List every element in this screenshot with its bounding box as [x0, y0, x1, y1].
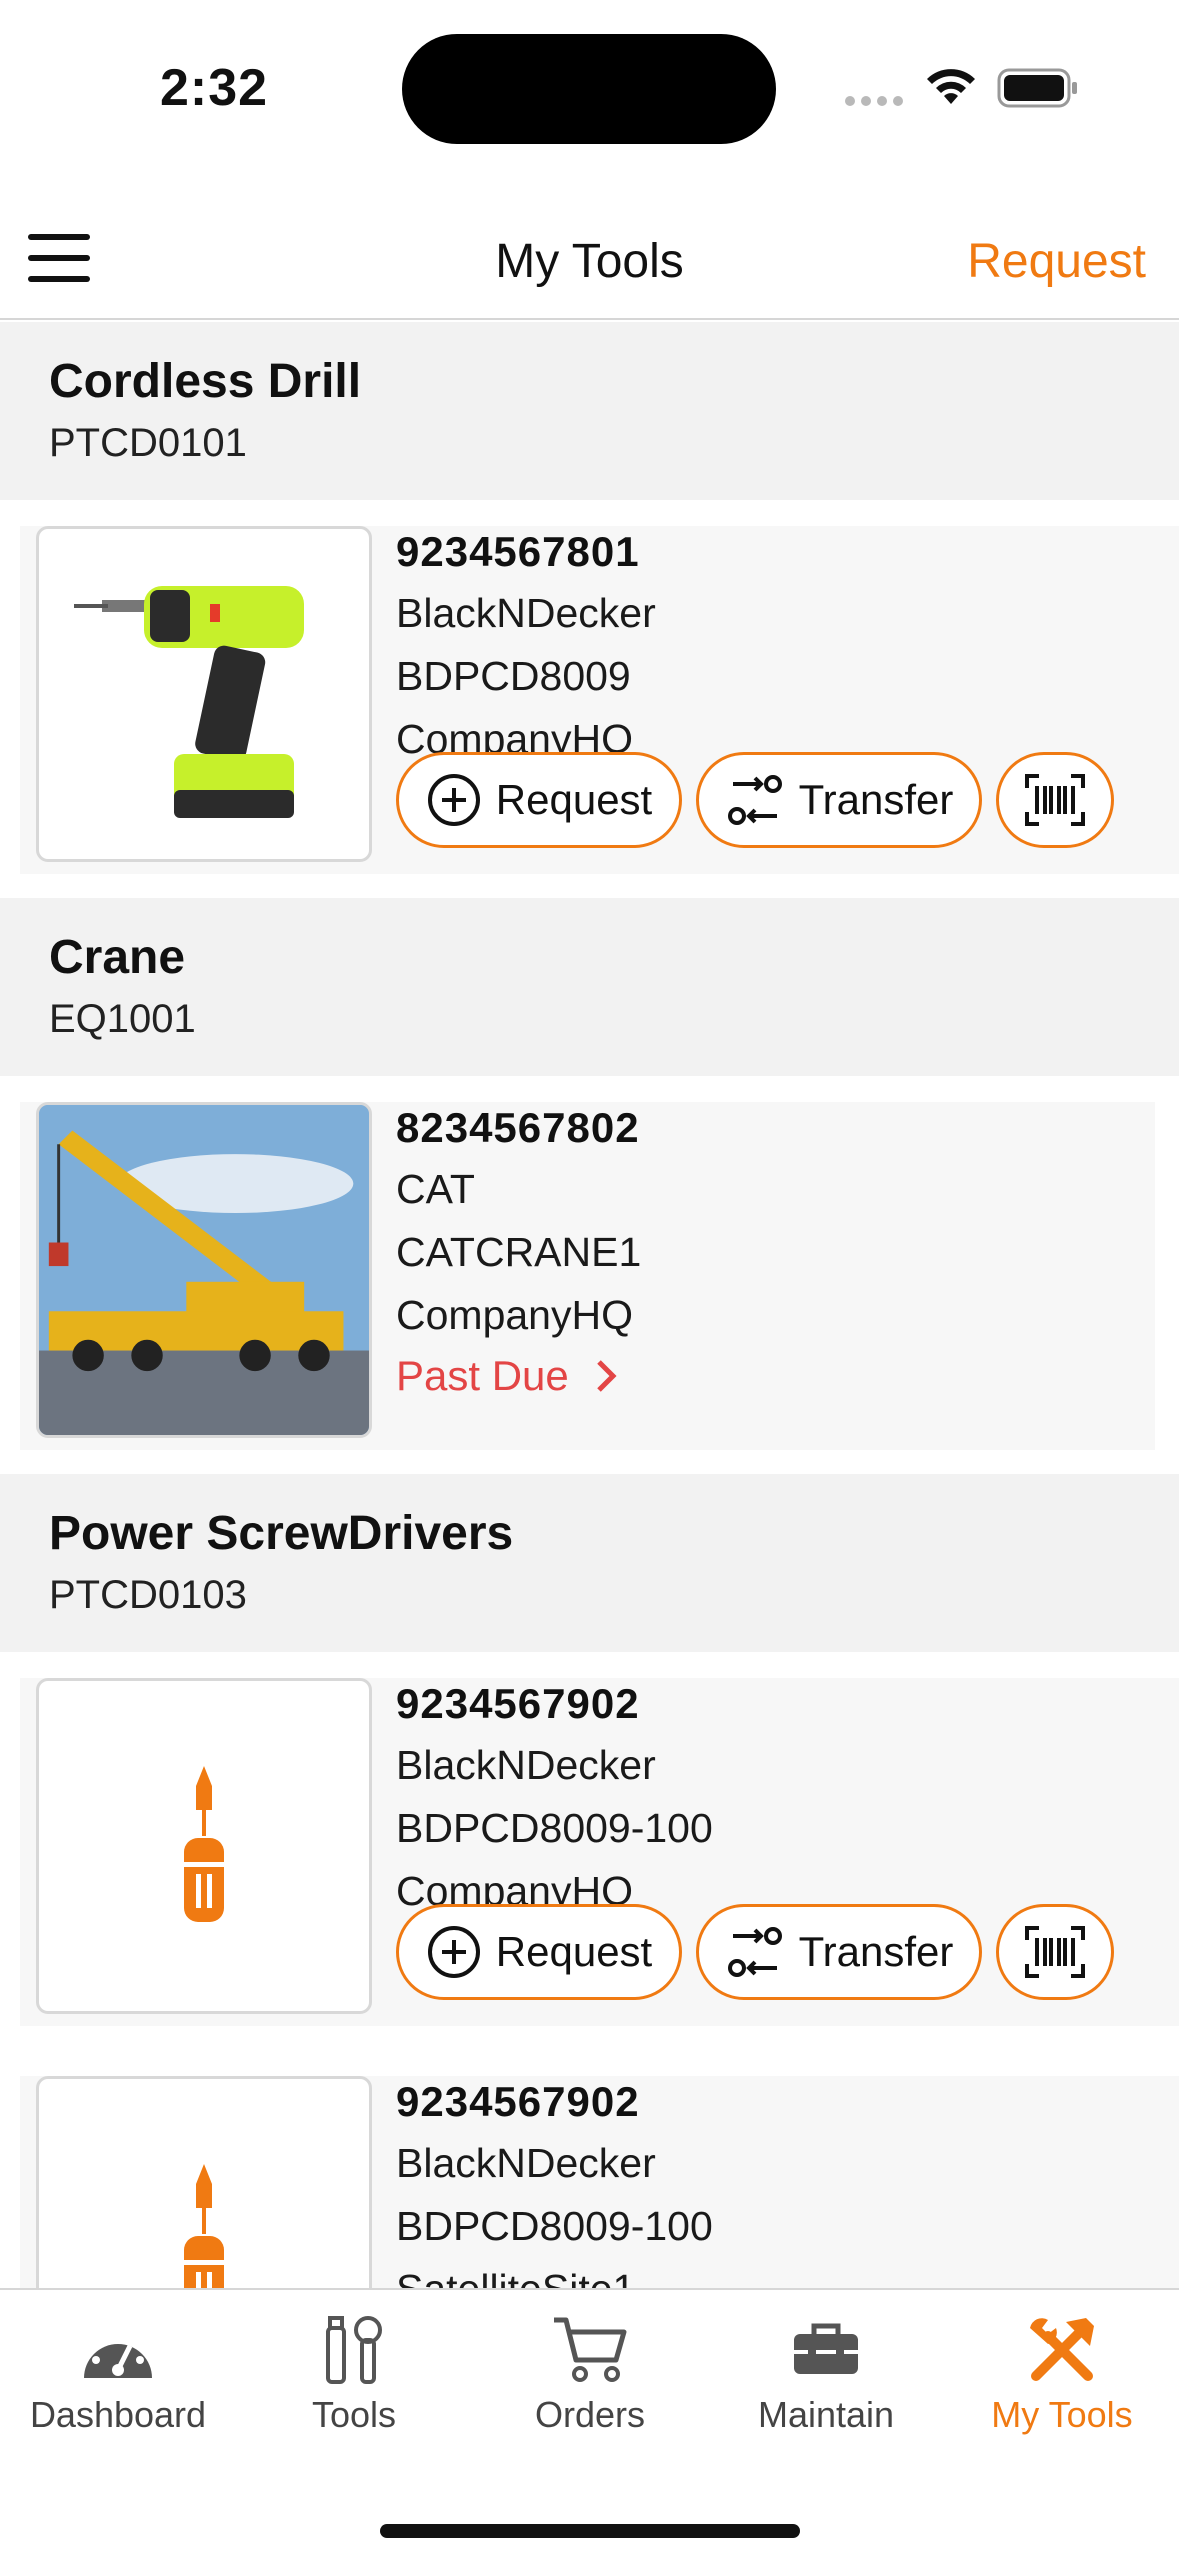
- group-name: Crane: [49, 931, 186, 984]
- model: CATCRANE1: [396, 1229, 642, 1275]
- dynamic-island: [402, 34, 776, 144]
- group-header: Cordless Drill PTCD0101: [0, 322, 1179, 500]
- serial-number: 9234567801: [396, 528, 640, 575]
- serial-number: 9234567902: [396, 2078, 640, 2125]
- barcode-scan-icon: [1025, 774, 1085, 826]
- toolbox-icon: [794, 2323, 858, 2374]
- tab-bar: Dashboard Tools Orders Maintain My Tools: [0, 2288, 1179, 2556]
- tab-tools[interactable]: Tools: [236, 2310, 472, 2436]
- status-bar: 2:32: [0, 0, 1179, 180]
- transfer-label: Transfer: [798, 776, 954, 823]
- navigation-bar: My Tools Request: [0, 200, 1179, 320]
- serial-number: 9234567902: [396, 1680, 640, 1727]
- past-due-link[interactable]: Past Due: [396, 1352, 619, 1400]
- tab-dashboard[interactable]: Dashboard: [0, 2310, 236, 2436]
- location: SatelliteSite1: [396, 2258, 713, 2288]
- group-header: Crane EQ1001: [0, 898, 1179, 1076]
- group-code: EQ1001: [49, 997, 196, 1041]
- group-code: PTCD0101: [49, 421, 247, 465]
- transfer-button[interactable]: Transfer: [696, 1904, 982, 2000]
- gauge-icon: [84, 2330, 152, 2378]
- tool-card[interactable]: 9234567902 BlackNDecker BDPCD8009-100 Sa…: [0, 2050, 1179, 2288]
- tool-card[interactable]: 8234567802 CAT CATCRANE1 CompanyHQ Past …: [0, 1076, 1179, 1474]
- group-header: Power ScrewDrivers PTCD0103: [0, 1474, 1179, 1652]
- request-label: Request: [495, 1928, 653, 1975]
- tab-label: Tools: [311, 2394, 397, 2435]
- nav-request-button[interactable]: Request: [967, 234, 1146, 289]
- battery-icon: [997, 68, 1077, 108]
- barcode-button[interactable]: [996, 752, 1114, 848]
- request-button[interactable]: Request: [396, 752, 682, 848]
- screwdriver-icon: [36, 1678, 372, 2014]
- drill-photo: [36, 526, 372, 862]
- group-code: PTCD0103: [49, 1573, 247, 1617]
- transfer-icon: [727, 1927, 782, 1977]
- brand: BlackNDecker: [396, 590, 656, 636]
- tab-maintain[interactable]: Maintain: [708, 2310, 944, 2436]
- wifi-icon: [927, 69, 975, 104]
- chevron-right-icon: [596, 1360, 617, 1392]
- model: BDPCD8009: [396, 653, 631, 699]
- tab-label: Maintain: [757, 2394, 895, 2435]
- tab-orders[interactable]: Orders: [472, 2310, 708, 2436]
- cart-icon: [554, 2317, 627, 2382]
- cellular-signal-icon: [845, 96, 903, 106]
- tab-label: Dashboard: [29, 2394, 207, 2435]
- screwdriver-icon: [36, 2076, 372, 2288]
- tab-label: Orders: [534, 2394, 646, 2435]
- hammer-wrench-icon: [1030, 2318, 1094, 2381]
- tab-label: My Tools: [991, 2394, 1133, 2435]
- crane-photo: [36, 1102, 372, 1438]
- status-time: 2:32: [160, 59, 269, 117]
- model: BDPCD8009-100: [396, 2203, 713, 2249]
- group-name: Cordless Drill: [49, 355, 362, 408]
- tool-card[interactable]: 9234567801 BlackNDecker BDPCD8009 Compan…: [0, 500, 1179, 898]
- tab-my-tools[interactable]: My Tools: [944, 2310, 1179, 2436]
- serial-number: 8234567802: [396, 1104, 640, 1151]
- brand: BlackNDecker: [396, 1742, 656, 1788]
- transfer-icon: [727, 775, 782, 825]
- plus-circle-icon: [427, 774, 480, 826]
- transfer-button[interactable]: Transfer: [696, 752, 982, 848]
- plus-circle-icon: [427, 1926, 480, 1978]
- request-label: Request: [495, 776, 653, 823]
- location: CompanyHQ: [396, 1292, 633, 1338]
- request-button[interactable]: Request: [396, 1904, 682, 2000]
- past-due-label: Past Due: [396, 1352, 569, 1399]
- model: BDPCD8009-100: [396, 1805, 713, 1851]
- tool-card[interactable]: 9234567902 BlackNDecker BDPCD8009-100 Co…: [0, 1652, 1179, 2050]
- barcode-button[interactable]: [996, 1904, 1114, 2000]
- brand: BlackNDecker: [396, 2140, 656, 2186]
- brand: CAT: [396, 1166, 475, 1212]
- tools-icon: [326, 2316, 382, 2384]
- home-indicator: [380, 2524, 800, 2538]
- transfer-label: Transfer: [798, 1928, 954, 1975]
- group-name: Power ScrewDrivers: [49, 1507, 514, 1560]
- barcode-scan-icon: [1025, 1926, 1085, 1978]
- tool-list[interactable]: Cordless Drill PTCD0101 9234567801 Black…: [0, 322, 1179, 2288]
